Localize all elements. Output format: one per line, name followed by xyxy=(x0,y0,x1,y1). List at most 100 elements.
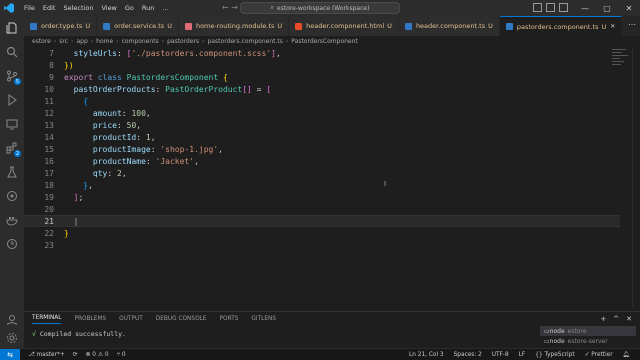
close-tab-icon[interactable]: ✕ xyxy=(610,23,615,30)
code-line[interactable]: 9 export class PastordersComponent { xyxy=(24,71,620,83)
breadcrumb-item[interactable]: src xyxy=(59,38,68,45)
search-icon[interactable] xyxy=(6,46,18,58)
code-text: ]; xyxy=(64,193,84,202)
chevron-right-icon: › xyxy=(71,38,74,45)
gitlens-icon[interactable] xyxy=(6,190,18,202)
file-type-icon xyxy=(505,23,513,30)
code-token: PastOrderProduct xyxy=(165,84,243,94)
more-actions-icon[interactable]: ⋯ xyxy=(628,20,636,29)
code-line[interactable]: 19 ]; xyxy=(24,191,620,203)
code-text: } xyxy=(64,229,69,238)
code-token: = xyxy=(251,84,267,94)
code-line[interactable]: 16 productName: 'Jacket', xyxy=(24,155,620,167)
layout-secondary-icon[interactable] xyxy=(559,3,568,12)
explorer-icon[interactable] xyxy=(6,22,18,34)
cursor-position[interactable]: Ln 21, Col 3 xyxy=(409,352,444,358)
panel-tab-ports[interactable]: PORTS xyxy=(220,316,239,322)
terminal-instance[interactable]: ▭ node estore-server xyxy=(540,336,636,346)
nav-arrows-icon[interactable]: ← → xyxy=(222,3,238,12)
code-line[interactable]: 14 productId: 1, xyxy=(24,131,620,143)
panel-tab-problems[interactable]: PROBLEMS xyxy=(74,316,106,322)
timeline-icon[interactable] xyxy=(6,238,18,250)
code-line[interactable]: 17 qty: 2, xyxy=(24,167,620,179)
tab-5[interactable]: pastorders.component.ts U ✕ xyxy=(499,16,623,36)
menu-view[interactable]: View xyxy=(97,4,120,12)
code-editor[interactable]: 7 styleUrls: ['./pastorders.component.sc… xyxy=(24,47,620,307)
file-type-icon xyxy=(103,22,111,30)
tab-label: order.type.ts xyxy=(41,22,83,30)
code-line[interactable]: 13 price: 50, xyxy=(24,119,620,131)
docker-icon[interactable] xyxy=(6,214,18,226)
menu-go[interactable]: Go xyxy=(121,4,138,12)
panel-tab-debug-console[interactable]: DEBUG CONSOLE xyxy=(156,316,207,322)
code-line[interactable]: 12 amount: 100, xyxy=(24,107,620,119)
run-debug-icon[interactable] xyxy=(6,94,18,106)
language-mode[interactable]: {} TypeScript xyxy=(535,352,574,358)
menu-selection[interactable]: Selection xyxy=(59,4,97,12)
testing-icon[interactable] xyxy=(6,166,18,178)
close-panel-icon[interactable]: ✕ xyxy=(626,315,632,323)
indentation[interactable]: Spaces: 2 xyxy=(454,352,482,358)
menu-file[interactable]: File xyxy=(20,4,39,12)
tab-3[interactable]: header.component.html U xyxy=(289,16,399,36)
menu-more[interactable]: … xyxy=(158,4,173,12)
ports-indicator[interactable]: ⑂ 0 xyxy=(117,352,126,358)
line-number: 22 xyxy=(44,228,54,238)
menu-run[interactable]: Run xyxy=(138,4,158,12)
breadcrumb-item[interactable]: pastorders.component.ts xyxy=(208,38,283,45)
code-line[interactable]: 21 | xyxy=(24,215,620,227)
remote-explorer-icon[interactable] xyxy=(6,118,18,130)
breadcrumb-item[interactable]: PastordersComponent xyxy=(291,38,357,45)
code-line[interactable]: 10 pastOrderProducts: PastOrderProduct[]… xyxy=(24,83,620,95)
remote-icon[interactable]: ⇆ xyxy=(0,348,20,360)
search-icon: ⌕ xyxy=(270,4,274,11)
sync-icon[interactable]: ⟳ xyxy=(73,352,78,358)
breadcrumb-item[interactable]: pastorders xyxy=(167,38,199,45)
terminal-instance[interactable]: ▭ node estore xyxy=(540,326,636,336)
panel-tab-terminal[interactable]: TERMINAL xyxy=(32,315,62,324)
notifications-bell-icon[interactable]: 🔔︎ xyxy=(623,352,630,358)
code-line[interactable]: 18 }, xyxy=(24,179,620,191)
line-ending[interactable]: LF xyxy=(519,352,526,358)
panel-tab-output[interactable]: OUTPUT xyxy=(119,316,143,322)
code-token: , xyxy=(136,120,142,130)
layout-panel-icon[interactable] xyxy=(546,3,555,12)
tab-4[interactable]: header.component.ts U xyxy=(398,16,500,36)
breadcrumb-item[interactable]: home xyxy=(96,38,113,45)
text-cursor: | xyxy=(64,216,79,226)
code-line[interactable]: 22} xyxy=(24,227,620,239)
code-line[interactable]: 11 { xyxy=(24,95,620,107)
code-token: } xyxy=(64,180,89,190)
close-icon[interactable]: ✕ xyxy=(618,4,640,13)
breadcrumb-item[interactable]: estore xyxy=(32,38,51,45)
tab-2[interactable]: home-routing.module.ts U xyxy=(178,16,290,36)
minimap[interactable] xyxy=(612,47,632,87)
code-line[interactable]: 7 styleUrls: ['./pastorders.component.sc… xyxy=(24,47,620,59)
editor-scrollbar[interactable] xyxy=(632,47,640,307)
code-line[interactable]: 15 productImage: 'shop-1.jpg', xyxy=(24,143,620,155)
branch-indicator[interactable]: ⎇ master*+ xyxy=(28,352,65,358)
tab-0[interactable]: order.type.ts U xyxy=(24,16,98,36)
problems-indicator[interactable]: ⊗ 0 ⚠ 0 xyxy=(86,352,109,358)
file-type-icon xyxy=(404,22,412,30)
breadcrumb-item[interactable]: app xyxy=(76,38,87,45)
settings-gear-icon[interactable] xyxy=(6,332,18,344)
breadcrumb-item[interactable]: components xyxy=(122,38,159,45)
layout-sidebar-icon[interactable] xyxy=(533,3,542,12)
code-token: { xyxy=(64,96,89,106)
code-line[interactable]: 8}) xyxy=(24,59,620,71)
tab-1[interactable]: order.service.ts U xyxy=(97,16,179,36)
encoding[interactable]: UTF-8 xyxy=(492,352,509,358)
code-line[interactable]: 20 xyxy=(24,203,620,215)
prettier-status[interactable]: ✓ Prettier xyxy=(585,352,613,358)
minimize-icon[interactable]: — xyxy=(574,4,596,13)
code-line[interactable]: 23 xyxy=(24,239,620,251)
maximize-icon[interactable]: ▢ xyxy=(596,4,618,13)
line-number: 16 xyxy=(44,156,54,166)
command-center-search[interactable]: ⌕ estore-workspace (Workspace) xyxy=(240,2,400,14)
menu-edit[interactable]: Edit xyxy=(39,4,60,12)
maximize-panel-icon[interactable]: ^ xyxy=(613,315,619,323)
panel-tab-gitlens[interactable]: GITLENS xyxy=(251,316,276,322)
new-terminal-icon[interactable]: + xyxy=(600,315,606,323)
account-icon[interactable] xyxy=(6,314,18,326)
